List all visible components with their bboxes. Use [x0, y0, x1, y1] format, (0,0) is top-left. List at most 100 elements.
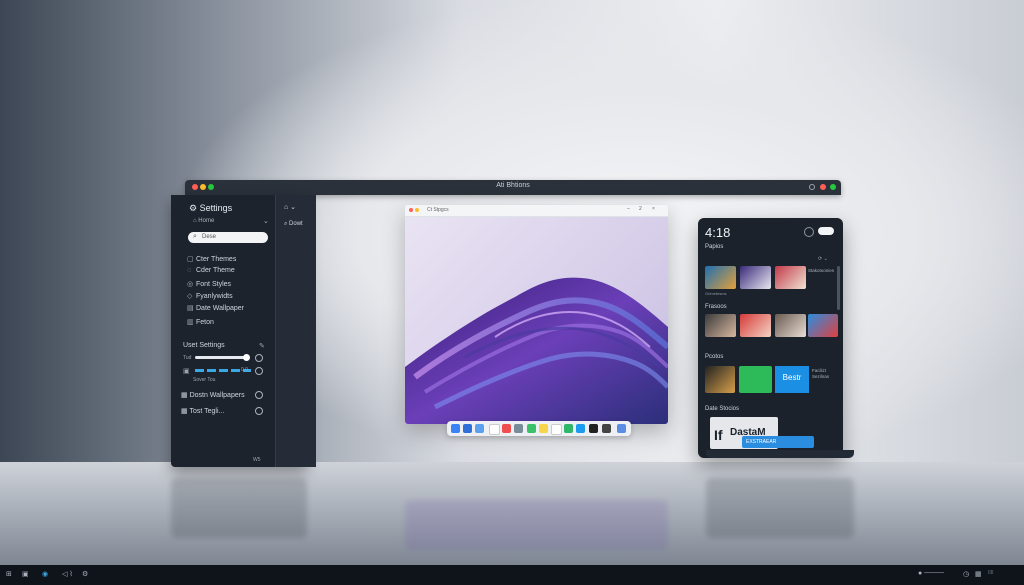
caption-papios: Grimetesms	[705, 291, 727, 296]
menu-item-1[interactable]: ◌ Cder Theme	[187, 267, 235, 274]
thumb-8[interactable]	[705, 366, 735, 393]
thumb-2[interactable]	[740, 266, 771, 289]
thumb-4[interactable]	[705, 314, 736, 337]
font-icon: ◎	[187, 281, 194, 288]
finder-icon[interactable]	[451, 424, 460, 433]
menu-item-4[interactable]: ▤ Date Wallpaper	[187, 304, 244, 312]
clock-icon[interactable]	[255, 367, 263, 375]
network-icon[interactable]: ▦	[975, 570, 982, 578]
panel-reflection	[706, 478, 854, 538]
thumb-9[interactable]	[739, 366, 772, 393]
thumb-7[interactable]	[808, 314, 838, 337]
thumb-6[interactable]	[775, 314, 806, 337]
windows-icon[interactable]: ⊞	[6, 570, 12, 578]
subpanel-item[interactable]: ⌕ Dowt	[284, 221, 303, 228]
user-settings-title: Uset Settings	[183, 342, 225, 349]
wallpaper-image	[405, 217, 668, 424]
home-icon: ⌂	[193, 218, 197, 224]
preview-window[interactable]: Ct Stpgcs – 2 ×	[405, 205, 668, 424]
trash-icon[interactable]	[617, 424, 626, 433]
messages-icon[interactable]	[527, 424, 536, 433]
browser-icon[interactable]: ◉	[42, 570, 48, 578]
minimize-icon[interactable]: –	[627, 206, 630, 212]
window-title: Ati Bhtions	[496, 182, 530, 189]
brightness-slider[interactable]	[195, 354, 250, 361]
notes-icon[interactable]	[539, 424, 548, 433]
audio-icon[interactable]: ◁ ⌇	[62, 570, 73, 578]
row-tegli-clock-icon[interactable]	[255, 407, 263, 415]
search-icon: ⌕	[193, 233, 197, 240]
image-icon: ▦	[181, 392, 188, 399]
record-green-icon[interactable]	[830, 184, 836, 190]
restore-icon[interactable]: 2	[639, 206, 642, 212]
appstore-icon[interactable]	[576, 424, 585, 433]
calendar-icon[interactable]	[489, 424, 500, 435]
toggle-switch[interactable]	[818, 227, 834, 235]
menu-item-2[interactable]: ◎ Font Styles	[187, 280, 231, 288]
row-wallpapers-clock-icon[interactable]	[255, 391, 263, 399]
control-panel-edge	[706, 450, 854, 458]
slider-label: Tud	[183, 355, 192, 361]
facetime-icon[interactable]	[564, 424, 573, 433]
preview-titlebar[interactable]: Ct Stpgcs – 2 ×	[405, 205, 668, 217]
action-button[interactable]: EXSTRAEAR	[742, 436, 814, 448]
thumb-3[interactable]	[775, 266, 806, 289]
dock	[447, 421, 631, 436]
menu-item-5[interactable]: ▥ Feton	[187, 318, 214, 326]
app-icon[interactable]: ▣	[22, 570, 29, 578]
control-panel: 4:18 Papios Frasoos Pcotos Date Stocios …	[698, 218, 843, 458]
refresh-icon[interactable]: ⟳ ⌄	[818, 256, 828, 262]
section-frasoos: Frasoos	[705, 304, 727, 310]
music-icon[interactable]	[602, 424, 611, 433]
taskbar: ⊞ ▣ ◉ ◁ ⌇ ⚙ ● ──── ◷ ▦ ⁞⁞⁞⁞	[0, 565, 1024, 585]
reminders-icon[interactable]	[551, 424, 562, 435]
preview-close-dot[interactable]	[409, 208, 413, 212]
main-window-titlebar[interactable]: Ati Bhtions	[185, 180, 841, 195]
maps-icon[interactable]	[514, 424, 523, 433]
row-tegli[interactable]: ▦ Tost Tegli...	[181, 407, 224, 415]
menu-item-3[interactable]: ◇ Fyanlywidts	[187, 292, 233, 300]
section-date-stocios: Date Stocios	[705, 406, 740, 412]
section-pcotos: Pcotos	[705, 354, 724, 360]
home-item[interactable]: ⌂ Home	[193, 218, 214, 224]
tv-icon[interactable]	[589, 424, 598, 433]
thumb-1[interactable]	[705, 266, 736, 289]
list-icon: ▣	[183, 368, 190, 375]
photos-icon[interactable]	[502, 424, 511, 433]
subpanel-search-icon: ⌕	[284, 221, 288, 227]
grid-icon: ▦	[181, 408, 188, 415]
folder-icon: ▥	[187, 319, 194, 326]
chevron-down-icon[interactable]: ⌄	[263, 217, 269, 225]
scrollbar[interactable]	[837, 266, 840, 310]
preview-min-dot[interactable]	[415, 208, 419, 212]
slider-knob[interactable]	[243, 354, 250, 361]
settings-icon[interactable]: ⚙	[82, 570, 88, 578]
media-caption-1: Stakotoonies	[808, 268, 835, 273]
window-reflection	[405, 500, 668, 550]
bar-caption: Sover Tou	[193, 377, 216, 383]
row-wallpapers[interactable]: ▦ Dostn Wallpapers	[181, 391, 245, 399]
theme-icon: ◌	[187, 267, 192, 274]
timer-icon[interactable]	[255, 354, 263, 362]
edit-icon[interactable]: ✎	[259, 342, 265, 350]
clock-tray-icon[interactable]: ◷	[963, 570, 969, 578]
safari-icon[interactable]	[463, 424, 472, 433]
featured-tile[interactable]: Bestr	[775, 366, 809, 393]
settings-subpanel: ⌂ ⌄ ⌕ Dowt	[275, 195, 316, 467]
wallpaper-icon: ▤	[187, 305, 194, 312]
info-icon[interactable]	[809, 184, 815, 190]
settings-title: ⚙ Settings	[189, 203, 233, 213]
thumb-5[interactable]	[740, 314, 771, 337]
record-red-icon[interactable]	[820, 184, 826, 190]
card-glyph: If	[714, 427, 723, 443]
section-papios: Papios	[705, 244, 724, 250]
settings-circle-icon[interactable]	[804, 227, 814, 237]
menu-item-0[interactable]: ▢ Cter Themes	[187, 255, 236, 263]
abstract-wave-art	[405, 277, 668, 424]
volume-indicator[interactable]: ● ────	[918, 570, 944, 577]
widget-icon: ◇	[187, 293, 193, 300]
search-input[interactable]: ⌕ Dese	[188, 232, 268, 243]
bell-icon[interactable]: ⌂ ⌄	[284, 203, 296, 211]
mail-icon[interactable]	[475, 424, 484, 433]
close-icon[interactable]: ×	[652, 206, 655, 212]
